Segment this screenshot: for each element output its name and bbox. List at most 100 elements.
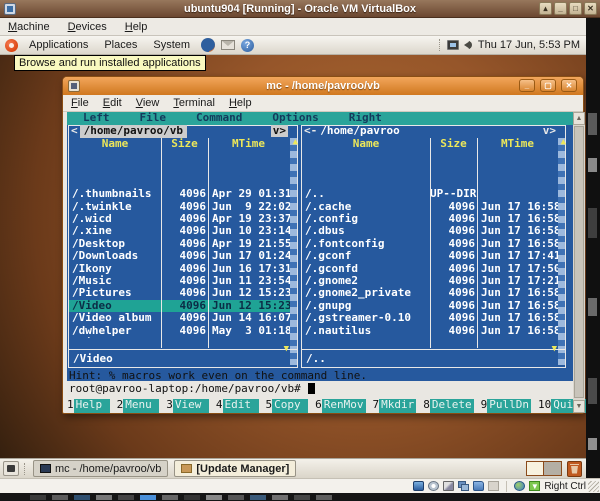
host-taskbar [0,493,600,501]
mc-maximize-button[interactable]: ▢ [540,79,556,92]
ubuntu-logo-icon[interactable] [5,39,18,52]
column-divider [208,138,209,348]
clock[interactable]: Thu 17 Jun, 5:53 PM [478,39,580,51]
shade-button[interactable]: ▴ [539,2,552,15]
scrollbar-thumb[interactable] [574,126,584,398]
mc-menu-command[interactable]: Command [196,112,242,125]
function-key[interactable]: 1 Help [67,399,110,413]
mc-menu-right[interactable]: Right [349,112,382,125]
col-header-name[interactable]: Name [69,138,161,151]
mc-close-button[interactable]: ✕ [561,79,577,92]
panel-left-arrow[interactable]: <- [302,125,317,137]
left-panel-sort[interactable]: v> [271,125,288,137]
workspace-2[interactable] [544,462,561,475]
usb-icon[interactable] [488,481,499,491]
shared-folder-icon[interactable] [473,481,484,491]
minimize-button[interactable]: _ [554,2,567,15]
mail-icon[interactable] [221,40,235,50]
col-header-name[interactable]: Name [302,138,430,151]
col-header-mtime[interactable]: MTime [208,138,289,151]
trash-icon[interactable] [567,461,582,477]
hostkey-icon: ▼ [529,481,540,491]
resize-grip[interactable] [588,481,599,492]
network-icon[interactable] [458,481,469,491]
mc-minimize-button[interactable]: _ [519,79,535,92]
workspace-switcher[interactable] [526,461,562,476]
left-panel-path[interactable]: /home/pavroo/vb [80,125,187,137]
menu-machine[interactable]: Machine [8,21,50,33]
firefox-icon[interactable] [201,38,215,52]
menu-help[interactable]: Help [125,21,148,33]
function-key[interactable]: 2 Menu [117,399,160,413]
hostkey-label: Right Ctrl [544,481,586,492]
file-row[interactable]: /.xine 4096 Jun 10 23:14 [69,225,290,237]
file-row[interactable]: /sid-en 4096 Jun 17 16:21 [69,337,290,338]
mc-menu-left[interactable]: Left [83,112,110,125]
col-header-mtime[interactable]: MTime [477,138,558,151]
vbox-statusbar: ▼ Right Ctrl [0,478,600,493]
workspace-1[interactable] [527,462,544,475]
scroll-up-marker: ▲ [561,138,566,147]
taskbar-window-button[interactable]: mc - /home/pavroo/vb [33,460,168,477]
maximize-button[interactable]: □ [569,2,582,15]
window-icon [181,464,192,473]
taskbar-window-button[interactable]: [Update Manager] [174,460,296,477]
panel-separator-line [302,349,565,350]
tmenu-terminal[interactable]: Terminal [173,97,215,109]
function-key[interactable]: 7 Mkdir [373,399,417,413]
column-divider [430,138,431,348]
volume-icon[interactable] [464,41,470,49]
close-button[interactable]: ✕ [584,2,597,15]
cd-icon[interactable] [428,481,439,491]
file-row[interactable]: /Downloads 4096 Jun 17 01:24 [69,250,290,262]
right-panel-scrollbar[interactable] [558,138,565,365]
vbox-menubar: Machine Devices Help [0,18,586,36]
network-manager-icon[interactable] [447,40,459,50]
function-key[interactable]: 4 Edit [216,399,259,413]
function-key[interactable]: 9 PullDn [481,399,531,413]
shell-prompt[interactable]: root@pavroo-laptop:/home/pavroo/vb# [69,383,315,395]
menu-applications[interactable]: Applications [24,39,93,51]
hdd-icon[interactable] [413,481,424,491]
mc-titlebar[interactable]: mc - /home/pavroo/vb _ ▢ ✕ [63,77,583,95]
right-panel-sort[interactable]: v> [543,125,556,137]
tmenu-help[interactable]: Help [229,97,252,109]
panel-left-arrow[interactable]: < [69,125,78,137]
help-icon[interactable]: ? [241,39,254,52]
function-key[interactable]: 3 View [166,399,209,413]
file-row[interactable]: /Video album 4096 Jun 14 16:07 [69,312,290,324]
tmenu-view[interactable]: View [136,97,160,109]
vbox-titlebar[interactable]: ubuntu904 [Running] - Oracle VM VirtualB… [0,0,600,18]
col-header-size[interactable]: Size [430,138,477,151]
menu-system[interactable]: System [148,39,195,51]
menu-places[interactable]: Places [99,39,142,51]
scroll-down-button[interactable]: ▼ [573,400,585,413]
file-row[interactable]: /.thumbnails 4096 Apr 29 01:31 [69,188,290,200]
terminal-scrollbar[interactable]: ▲ ▼ [573,112,585,413]
mc-menu-file[interactable]: File [140,112,167,125]
host-desktop-edge [586,18,600,478]
function-key[interactable]: 6 RenMov [315,399,365,413]
right-panel-path[interactable]: /home/pavroo [317,125,399,137]
function-key[interactable]: 8 Delete [423,399,473,413]
terminal-screen[interactable]: Left File Command Options Right < /home/… [67,112,573,413]
menu-devices[interactable]: Devices [68,21,107,33]
guest-taskbar: mc - /home/pavroo/vb [Update Manager] [0,458,586,478]
function-key-bar: 1 Help 2 Menu 3 View 4 Edit 5 Copy [67,399,573,413]
gnome-panel: Applications Places System ? Thu 17 Jun,… [0,36,586,55]
window-selector-icon[interactable] [3,461,19,476]
vbox-window-title: ubuntu904 [Running] - Oracle VM VirtualB… [0,3,600,15]
tmenu-file[interactable]: File [71,97,89,109]
file-row[interactable]: /Pictures 4096 Jun 12 15:23 [69,287,290,299]
scroll-up-button[interactable]: ▲ [573,112,585,125]
col-header-size[interactable]: Size [161,138,208,151]
left-panel-scrollbar[interactable] [290,138,297,365]
screen: ubuntu904 [Running] - Oracle VM VirtualB… [0,0,600,501]
features-icon[interactable] [514,481,525,491]
scroll-down-marker: ▼ [284,345,289,354]
panel-separator [439,39,442,51]
right-panel-status: /.. [306,353,326,365]
serial-icon[interactable] [443,481,454,491]
tmenu-edit[interactable]: Edit [103,97,122,109]
function-key[interactable]: 5 Copy [266,399,309,413]
